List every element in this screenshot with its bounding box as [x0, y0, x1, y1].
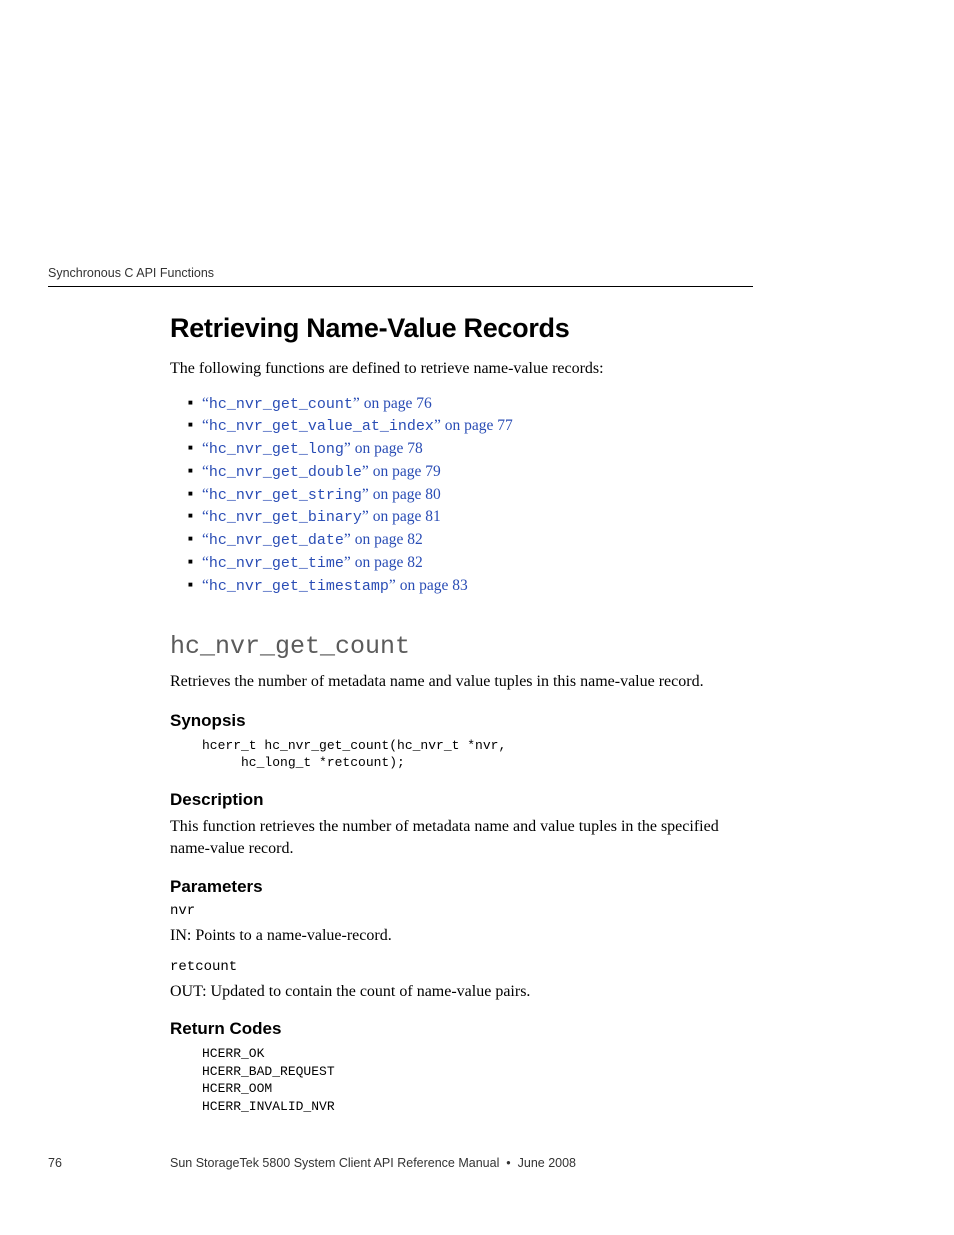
param-name: nvr	[170, 903, 754, 919]
list-item: “hc_nvr_get_binary” on page 81	[188, 507, 754, 528]
xref-link[interactable]: “hc_nvr_get_double” on page 79	[202, 463, 441, 480]
footer-text: Sun StorageTek 5800 System Client API Re…	[170, 1156, 576, 1170]
parameters-heading: Parameters	[170, 877, 754, 897]
synopsis-heading: Synopsis	[170, 711, 754, 731]
section-intro: The following functions are defined to r…	[170, 358, 754, 380]
xref-link[interactable]: “hc_nvr_get_timestamp” on page 83	[202, 577, 468, 594]
list-item: “hc_nvr_get_string” on page 80	[188, 485, 754, 506]
running-header: Synchronous C API Functions	[48, 266, 214, 280]
page-footer: 76 Sun StorageTek 5800 System Client API…	[48, 1156, 753, 1170]
return-codes-list: HCERR_OK HCERR_BAD_REQUEST HCERR_OOM HCE…	[202, 1045, 754, 1115]
list-item: “hc_nvr_get_double” on page 79	[188, 462, 754, 483]
description-body: This function retrieves the number of me…	[170, 816, 754, 859]
xref-link[interactable]: “hc_nvr_get_long” on page 78	[202, 440, 423, 457]
content-area: Retrieving Name-Value Records The follow…	[170, 313, 754, 1125]
list-item: “hc_nvr_get_long” on page 78	[188, 439, 754, 460]
param-name: retcount	[170, 959, 754, 975]
xref-link[interactable]: “hc_nvr_get_time” on page 82	[202, 554, 423, 571]
list-item: “hc_nvr_get_value_at_index” on page 77	[188, 416, 754, 437]
page: Synchronous C API Functions Retrieving N…	[0, 0, 954, 1235]
list-item: “hc_nvr_get_date” on page 82	[188, 530, 754, 551]
list-item: “hc_nvr_get_time” on page 82	[188, 553, 754, 574]
xref-link[interactable]: “hc_nvr_get_date” on page 82	[202, 531, 423, 548]
description-heading: Description	[170, 790, 754, 810]
function-summary: Retrieves the number of metadata name an…	[170, 671, 754, 693]
page-number: 76	[48, 1156, 62, 1170]
return-codes-heading: Return Codes	[170, 1019, 754, 1039]
section-title: Retrieving Name-Value Records	[170, 313, 754, 344]
list-item: “hc_nvr_get_count” on page 76	[188, 394, 754, 415]
function-link-list: “hc_nvr_get_count” on page 76 “hc_nvr_ge…	[170, 394, 754, 597]
xref-link[interactable]: “hc_nvr_get_binary” on page 81	[202, 508, 441, 525]
list-item: “hc_nvr_get_timestamp” on page 83	[188, 576, 754, 597]
param-desc: OUT: Updated to contain the count of nam…	[170, 983, 754, 1001]
xref-link[interactable]: “hc_nvr_get_count” on page 76	[202, 395, 432, 412]
xref-link[interactable]: “hc_nvr_get_string” on page 80	[202, 486, 441, 503]
function-heading: hc_nvr_get_count	[170, 632, 754, 661]
header-rule	[48, 286, 753, 287]
synopsis-code: hcerr_t hc_nvr_get_count(hc_nvr_t *nvr, …	[202, 737, 754, 772]
xref-link[interactable]: “hc_nvr_get_value_at_index” on page 77	[202, 417, 513, 434]
param-desc: IN: Points to a name-value-record.	[170, 927, 754, 945]
